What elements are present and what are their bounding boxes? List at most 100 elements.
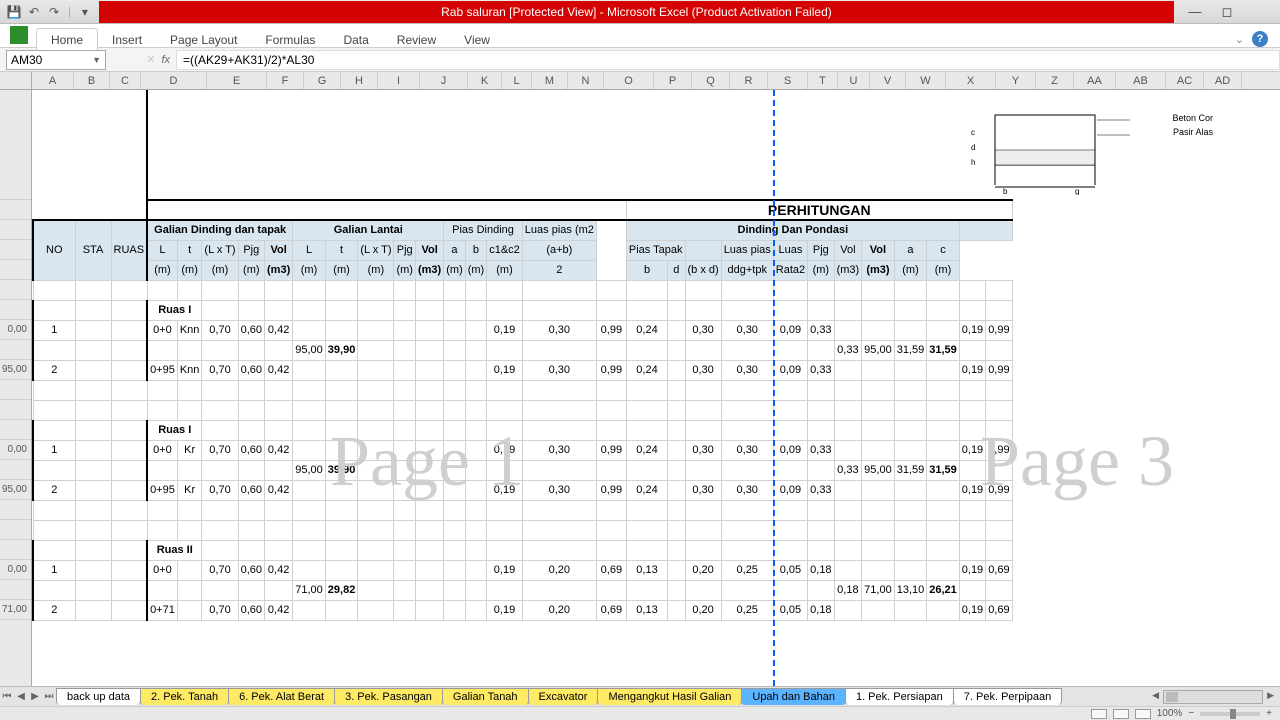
cell[interactable]: 0,60 (238, 480, 264, 500)
cell[interactable] (894, 280, 927, 300)
cell[interactable] (927, 540, 960, 560)
cell[interactable] (465, 380, 487, 400)
cell[interactable] (927, 600, 960, 620)
cell[interactable]: 95,00 (293, 460, 326, 480)
cell[interactable] (862, 440, 895, 460)
cell[interactable] (959, 460, 985, 480)
cell[interactable] (33, 340, 75, 360)
cell[interactable] (685, 380, 721, 400)
cell[interactable] (265, 380, 293, 400)
cell[interactable] (834, 280, 862, 300)
cell[interactable] (626, 400, 667, 420)
name-box[interactable]: AM30 ▼ (6, 50, 106, 70)
cell[interactable] (265, 460, 293, 480)
column-header-V[interactable]: V (870, 72, 906, 89)
cell[interactable]: 0,33 (808, 480, 834, 500)
cell[interactable] (596, 400, 626, 420)
cell[interactable]: Kr (177, 440, 202, 460)
cell[interactable]: 0,18 (808, 600, 834, 620)
cell[interactable] (394, 540, 416, 560)
cell[interactable] (325, 500, 358, 520)
minimize-icon[interactable]: — (1188, 5, 1202, 19)
cell[interactable] (986, 520, 1012, 540)
cell[interactable] (75, 480, 111, 500)
cell[interactable] (202, 520, 238, 540)
cell[interactable] (685, 280, 721, 300)
cell[interactable] (773, 300, 807, 320)
cell[interactable] (465, 520, 487, 540)
cell[interactable] (394, 560, 416, 580)
cell[interactable]: 0,18 (834, 580, 862, 600)
cell[interactable] (75, 440, 111, 460)
cell[interactable] (862, 420, 895, 440)
cell[interactable] (834, 420, 862, 440)
cell[interactable] (75, 500, 111, 520)
file-button[interactable] (10, 26, 28, 44)
ribbon-min-icon[interactable]: ⌄ (1235, 33, 1244, 46)
cell[interactable] (394, 400, 416, 420)
cell[interactable] (238, 420, 264, 440)
column-header-H[interactable]: H (341, 72, 378, 89)
cell[interactable] (265, 580, 293, 600)
cell[interactable] (444, 500, 466, 520)
cell[interactable] (75, 420, 111, 440)
cell[interactable] (894, 400, 927, 420)
cell[interactable]: 0,30 (685, 320, 721, 340)
cell[interactable] (177, 280, 202, 300)
cell[interactable] (358, 340, 394, 360)
cell[interactable] (444, 320, 466, 340)
cell[interactable] (834, 300, 862, 320)
cell[interactable] (325, 300, 358, 320)
cell[interactable] (325, 320, 358, 340)
cell[interactable]: 0,60 (238, 560, 264, 580)
cell[interactable] (394, 440, 416, 460)
cell[interactable]: 0,42 (265, 440, 293, 460)
cell[interactable] (773, 340, 807, 360)
qat-customize-icon[interactable]: ▾ (77, 4, 93, 20)
cell[interactable] (927, 320, 960, 340)
cell[interactable] (202, 540, 238, 560)
cell[interactable] (668, 460, 685, 480)
cell[interactable] (626, 540, 667, 560)
cell[interactable] (111, 480, 147, 500)
cell[interactable] (894, 560, 927, 580)
cell[interactable] (808, 460, 834, 480)
cell[interactable] (444, 560, 466, 580)
page-break-view-icon[interactable] (1135, 709, 1151, 719)
cell[interactable] (33, 380, 75, 400)
cell[interactable] (986, 300, 1012, 320)
column-header-G[interactable]: G (304, 72, 341, 89)
cell[interactable] (33, 580, 75, 600)
cell[interactable] (111, 520, 147, 540)
zoom-slider[interactable] (1200, 712, 1260, 716)
cell[interactable] (927, 360, 960, 380)
cell[interactable] (862, 560, 895, 580)
ribbon-tab-review[interactable]: Review (383, 29, 450, 51)
cell[interactable] (808, 580, 834, 600)
cell[interactable]: 0,33 (808, 440, 834, 460)
cell[interactable] (959, 380, 985, 400)
cell[interactable] (177, 500, 202, 520)
ribbon-tab-view[interactable]: View (450, 29, 504, 51)
cell[interactable] (685, 300, 721, 320)
cell[interactable] (147, 520, 177, 540)
cell[interactable] (862, 300, 895, 320)
cell[interactable] (927, 560, 960, 580)
cell[interactable]: 0+0 (147, 560, 177, 580)
cell[interactable] (465, 280, 487, 300)
cell[interactable] (111, 440, 147, 460)
column-header-O[interactable]: O (604, 72, 654, 89)
cell[interactable]: 0,99 (986, 320, 1012, 340)
cell[interactable]: 0,30 (721, 440, 773, 460)
cell[interactable]: 0,20 (522, 600, 596, 620)
cell[interactable] (773, 380, 807, 400)
cell[interactable] (325, 560, 358, 580)
cell[interactable] (862, 520, 895, 540)
cell[interactable] (202, 500, 238, 520)
row-header[interactable]: 71,00 (0, 600, 31, 620)
cell[interactable] (685, 580, 721, 600)
cell[interactable] (927, 380, 960, 400)
cell[interactable] (522, 300, 596, 320)
cell[interactable] (177, 580, 202, 600)
cell[interactable] (834, 380, 862, 400)
